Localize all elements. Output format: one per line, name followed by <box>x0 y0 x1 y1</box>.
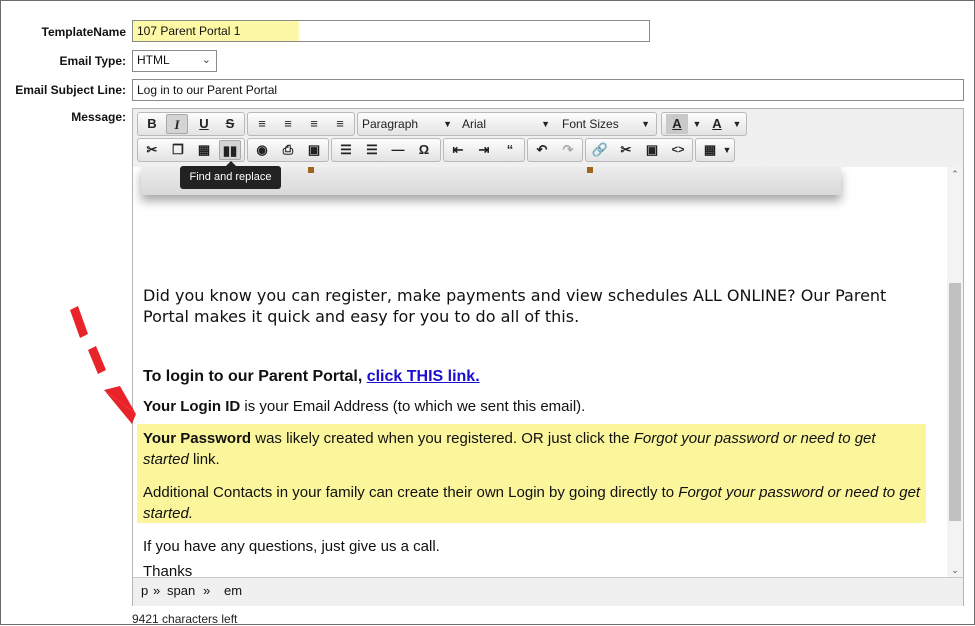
additional-contacts-text: Additional Contacts in your family can c… <box>143 484 679 501</box>
editor-toolbar: B I U S ≡ ≡ ≡ ≡ Paragraph ▼ Arial ▼ Font… <box>133 109 963 167</box>
email-subject-label: Email Subject Line: <box>15 83 126 97</box>
password-text: was likely created when you registered. … <box>251 430 634 447</box>
insert-group: 🔗 ✂ ▣ <> <box>585 138 693 162</box>
intro-paragraph: Did you know you can register, make paym… <box>143 286 887 326</box>
list-group: ☰ ☰ — Ω <box>331 138 441 162</box>
copy-icon[interactable]: ❐ <box>167 140 189 160</box>
format-group: B I U S <box>137 112 245 136</box>
characters-left: 9421 characters left <box>132 612 238 626</box>
font-size-dropdown-label: Font Sizes <box>562 117 619 131</box>
template-name-input[interactable]: 107 Parent Portal 1 <box>132 20 650 42</box>
table-group: ▦ ▼ <box>695 138 735 162</box>
paste-icon[interactable]: ▦ <box>193 140 215 160</box>
scroll-down-icon[interactable]: ⌄ <box>947 563 963 577</box>
clipboard-group: ✂ ❐ ▦ ▮▮ <box>137 138 245 162</box>
additional-contacts-paragraph: Additional Contacts in your family can c… <box>143 482 923 524</box>
numbered-list-icon[interactable]: ☰ <box>361 140 383 160</box>
font-dropdown[interactable]: Arial ▼ <box>462 114 554 134</box>
background-color-button[interactable]: A <box>706 114 728 134</box>
bullet-list-icon[interactable]: ☰ <box>335 140 357 160</box>
email-type-value: HTML <box>137 53 170 67</box>
message-label: Message: <box>71 110 126 124</box>
font-dropdown-label: Arial <box>462 117 487 131</box>
red-arrow-icon <box>70 306 136 424</box>
font-size-dropdown[interactable]: Font Sizes ▼ <box>562 114 654 134</box>
align-center-icon[interactable]: ≡ <box>277 114 299 134</box>
caret-down-icon[interactable]: ▼ <box>726 114 748 134</box>
scroll-up-icon[interactable]: ⌃ <box>947 167 963 181</box>
email-type-label: Email Type: <box>59 54 126 68</box>
path-separator: » <box>203 583 211 598</box>
fullscreen-icon[interactable]: ▣ <box>303 140 325 160</box>
indent-icon[interactable]: ⇥ <box>473 140 495 160</box>
color-group: A ▼ A ▼ <box>661 112 747 136</box>
print-icon[interactable]: ⎙ <box>277 140 299 160</box>
paragraph-dropdown-label: Paragraph <box>362 117 419 131</box>
login-heading-text: To login to our Parent Portal, <box>143 368 367 385</box>
caret-down-icon[interactable]: ▼ <box>716 140 738 160</box>
password-label: Your Password <box>143 430 252 447</box>
preview-icon[interactable]: ◉ <box>251 140 273 160</box>
path-separator: » <box>153 583 161 598</box>
scroll-thumb[interactable] <box>949 283 961 521</box>
caret-down-icon[interactable]: ▼ <box>686 114 708 134</box>
cut-icon[interactable]: ✂ <box>141 140 163 160</box>
portal-link[interactable]: click THIS link. <box>367 368 480 385</box>
path-p[interactable]: p <box>141 578 148 604</box>
caret-down-icon: ▼ <box>443 119 452 129</box>
source-code-icon[interactable]: <> <box>667 140 689 160</box>
find-replace-icon[interactable]: ▮▮ <box>219 140 241 160</box>
image-handle <box>308 167 314 173</box>
dropdown-group: Paragraph ▼ Arial ▼ Font Sizes ▼ <box>357 112 657 136</box>
italic-button[interactable]: I <box>166 114 188 134</box>
password-paragraph: Your Password was likely created when yo… <box>143 428 923 470</box>
chevron-down-icon: ⌄ <box>201 54 211 66</box>
history-group: ↶ ↷ <box>527 138 583 162</box>
element-path-bar: p » span » em <box>133 577 963 606</box>
horizontal-rule-icon[interactable]: — <box>387 140 409 160</box>
link-icon[interactable]: 🔗 <box>589 140 611 160</box>
paragraph-dropdown[interactable]: Paragraph ▼ <box>362 114 456 134</box>
unlink-icon[interactable]: ✂ <box>615 140 637 160</box>
template-name-label: TemplateName <box>41 25 126 39</box>
email-subject-input[interactable]: Log in to our Parent Portal <box>132 79 964 101</box>
text-color-button[interactable]: A <box>666 114 688 134</box>
outdent-icon[interactable]: ⇤ <box>447 140 469 160</box>
special-character-icon[interactable]: Ω <box>413 140 435 160</box>
find-replace-tooltip: Find and replace <box>180 161 281 189</box>
align-left-icon[interactable]: ≡ <box>251 114 273 134</box>
align-justify-icon[interactable]: ≡ <box>329 114 351 134</box>
path-span[interactable]: span <box>167 578 195 604</box>
questions-paragraph: If you have any questions, just give us … <box>143 538 440 555</box>
blockquote-icon[interactable]: “ <box>499 140 521 160</box>
thanks-paragraph: Thanks <box>143 563 193 577</box>
strikethrough-button[interactable]: S <box>219 114 241 134</box>
align-group: ≡ ≡ ≡ ≡ <box>247 112 355 136</box>
email-type-select[interactable]: HTML ⌄ <box>132 50 217 72</box>
login-id-label: Your Login ID <box>143 398 241 415</box>
undo-icon[interactable]: ↶ <box>531 140 553 160</box>
editor-content-area[interactable]: Did you know you can register, make paym… <box>133 167 947 577</box>
bold-button[interactable]: B <box>141 114 163 134</box>
image-icon[interactable]: ▣ <box>641 140 663 160</box>
password-end: link. <box>188 451 220 468</box>
login-id-text: is your Email Address (to which we sent … <box>240 398 586 415</box>
redo-icon[interactable]: ↷ <box>557 140 579 160</box>
caret-down-icon: ▼ <box>641 119 650 129</box>
view-group: ◉ ⎙ ▣ <box>247 138 329 162</box>
indent-group: ⇤ ⇥ “ <box>443 138 525 162</box>
image-handle <box>587 167 593 173</box>
align-right-icon[interactable]: ≡ <box>303 114 325 134</box>
underline-button[interactable]: U <box>193 114 215 134</box>
path-em[interactable]: em <box>224 578 242 604</box>
login-heading: To login to our Parent Portal, click THI… <box>143 366 480 387</box>
login-id-paragraph: Your Login ID is your Email Address (to … <box>143 396 585 417</box>
editor-scrollbar[interactable]: ⌃ ⌄ <box>947 167 963 577</box>
caret-down-icon: ▼ <box>541 119 550 129</box>
